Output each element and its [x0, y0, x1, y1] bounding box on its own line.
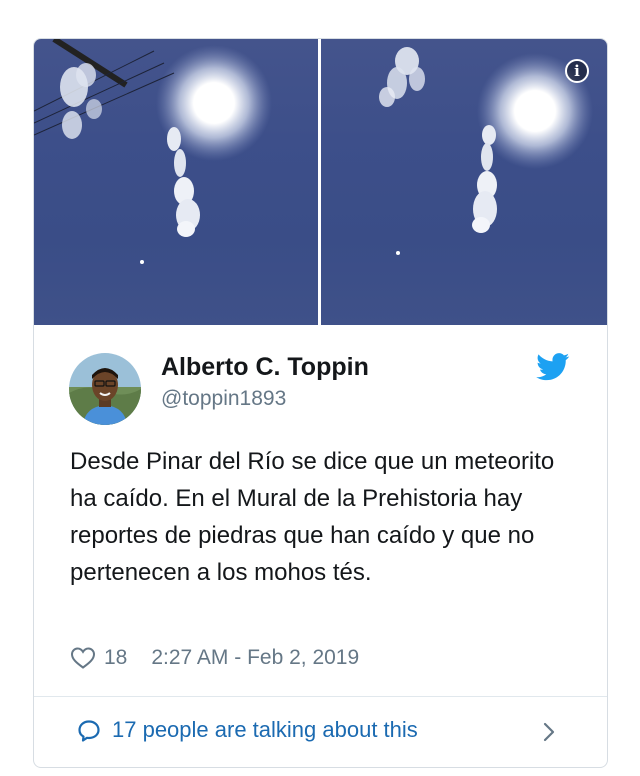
author-handle[interactable]: @toppin1893 [161, 387, 286, 411]
info-icon[interactable]: i [565, 59, 589, 83]
talking-about-link[interactable]: 17 people are talking about this [112, 717, 418, 743]
tweet-timestamp[interactable]: 2:27 AM - Feb 2, 2019 [151, 646, 359, 670]
twitter-bird-icon[interactable] [536, 353, 570, 381]
like-count[interactable]: 18 [104, 646, 127, 670]
embedded-tweet-card: i Alberto C. Toppin @toppin1893 Desde Pi… [33, 38, 608, 768]
tweet-body: Alberto C. Toppin @toppin1893 Desde Pina… [34, 325, 607, 697]
tweet-meta: 18 2:27 AM - Feb 2, 2019 [70, 643, 359, 673]
conversation-link[interactable]: 17 people are talking about this [34, 697, 607, 767]
chevron-right-icon[interactable] [542, 721, 556, 743]
tweet-media: i [34, 39, 607, 325]
speech-bubble-icon [77, 719, 101, 743]
heart-icon[interactable] [70, 646, 96, 670]
author-name[interactable]: Alberto C. Toppin [161, 353, 369, 382]
sky-photo-right[interactable]: i [321, 39, 607, 325]
sky-photo-left[interactable] [34, 39, 318, 325]
tweet-text: Desde Pinar del Río se dice que un meteo… [70, 448, 555, 586]
avatar[interactable] [69, 353, 141, 425]
